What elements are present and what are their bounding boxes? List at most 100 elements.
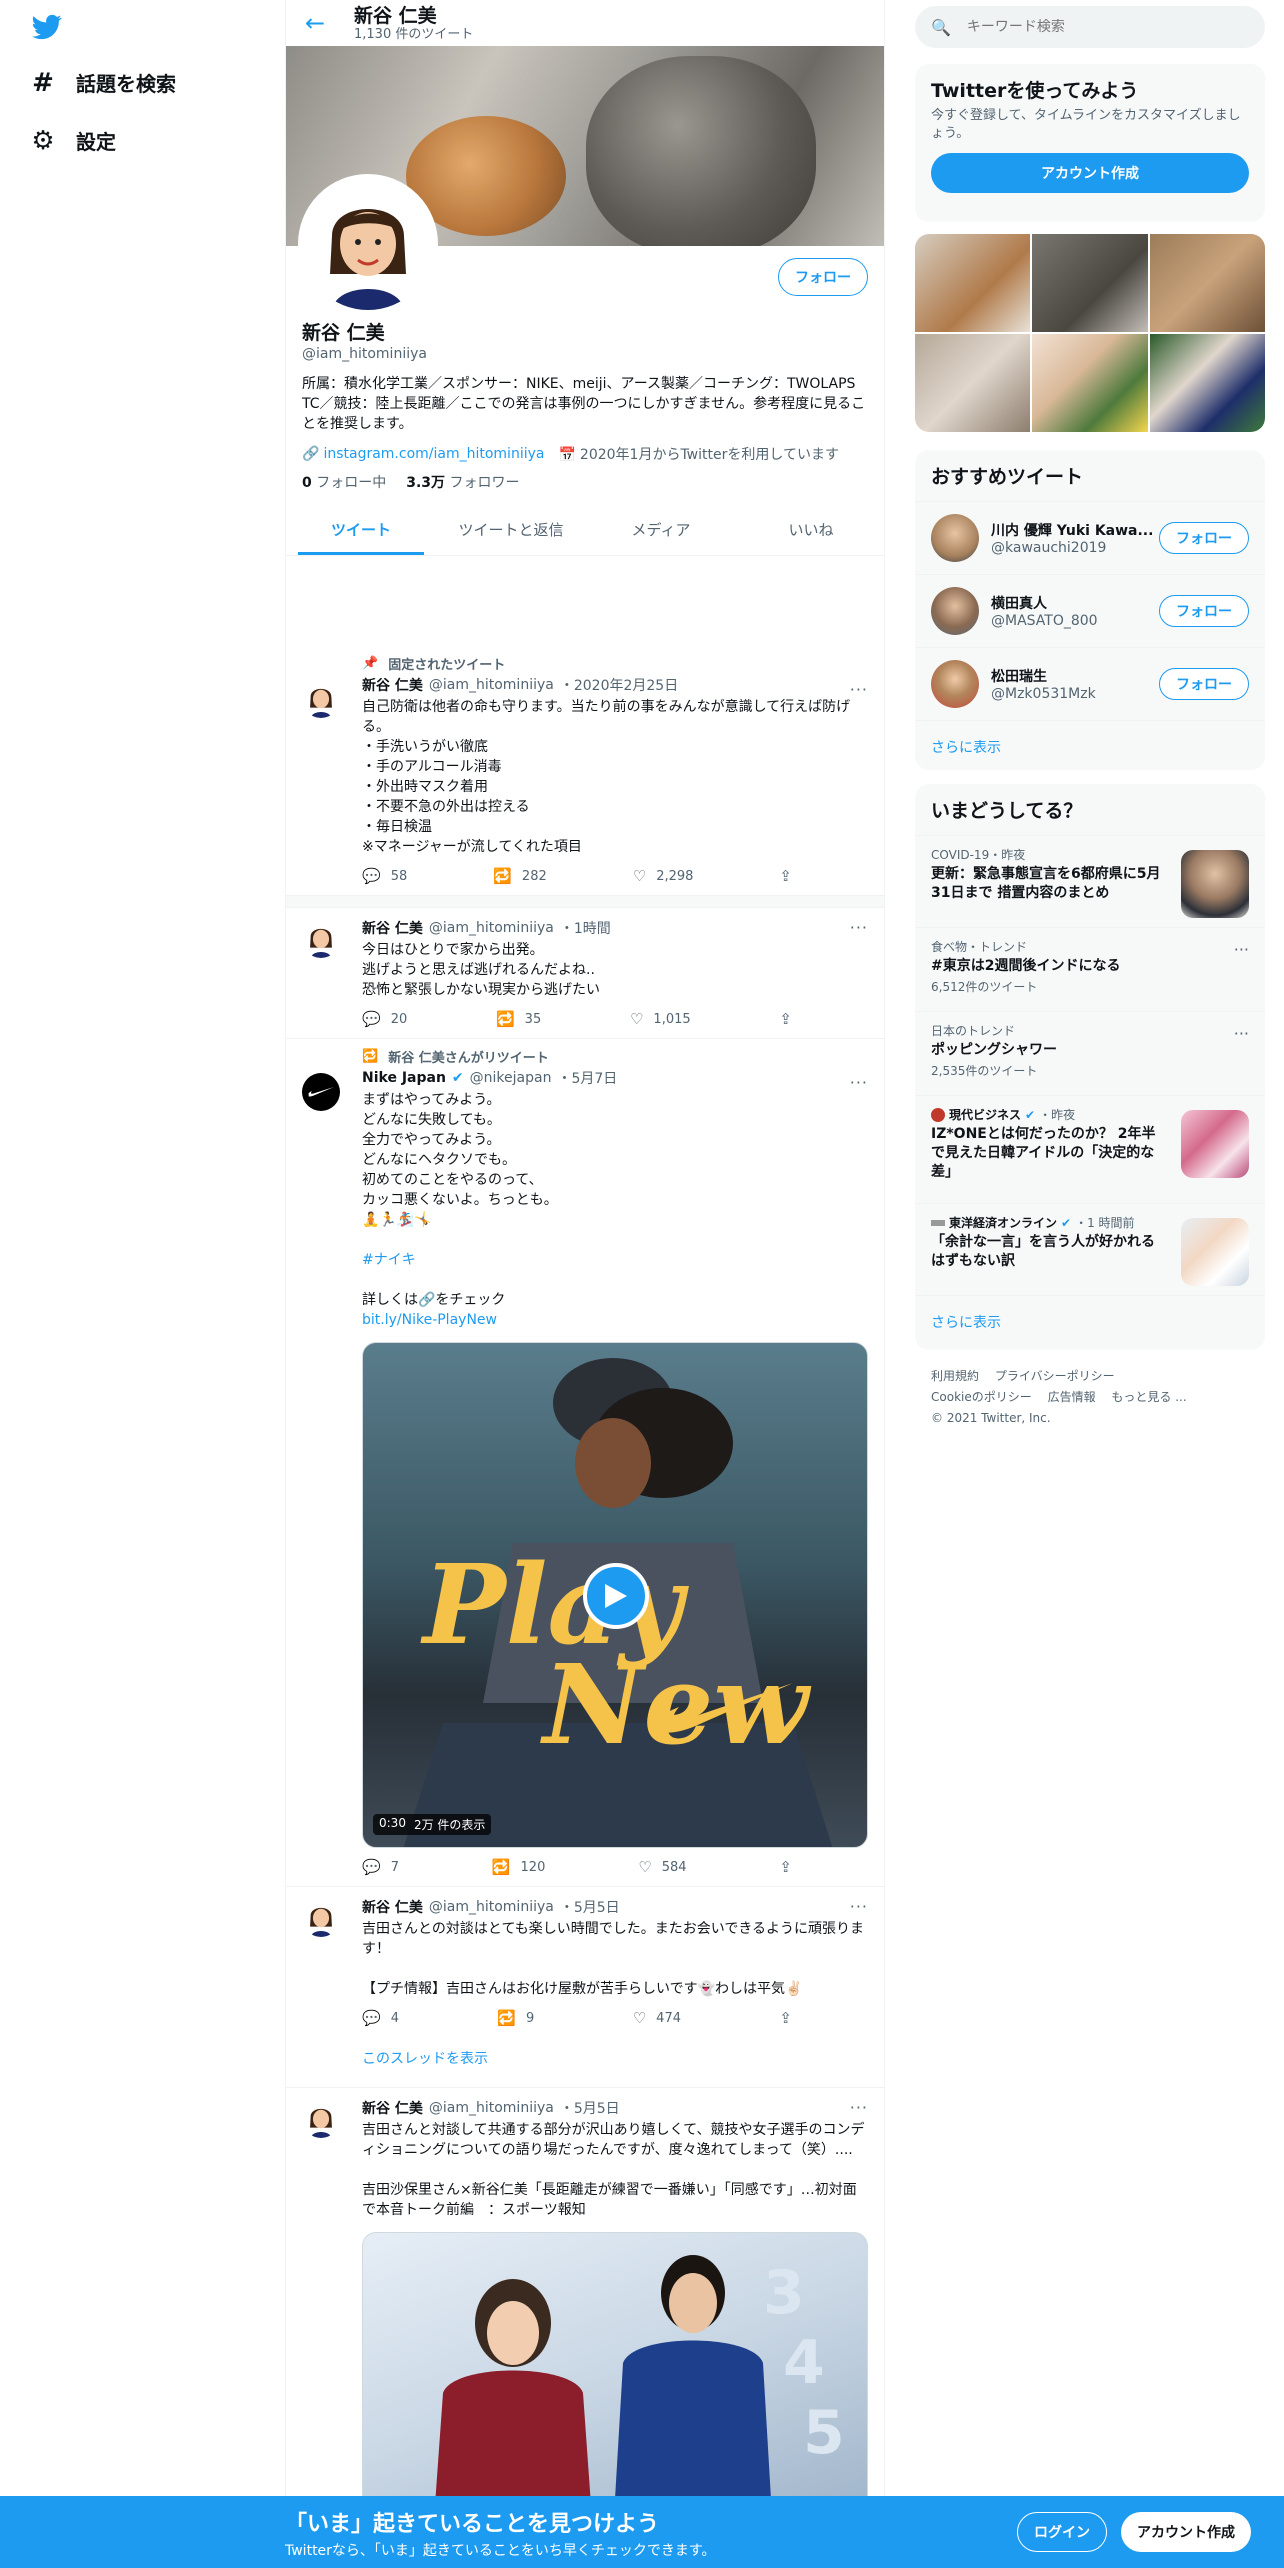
reply-button[interactable]: 💬 20: [362, 1010, 407, 1028]
footer-cookie[interactable]: Cookieのポリシー: [931, 1390, 1032, 1404]
tweet-avatar[interactable]: [302, 2100, 340, 2138]
retweet-icon: 🔁: [362, 1049, 379, 1064]
tweet-avatar[interactable]: [302, 920, 340, 958]
hashtag-link[interactable]: #ナイキ: [362, 1250, 868, 1270]
signup-button[interactable]: アカウント作成: [1121, 2512, 1251, 2552]
like-button[interactable]: ♡ 1,015: [630, 1010, 691, 1028]
trend-item[interactable]: 東洋経済オンライン ✔ ・1 時間前 「余計な一言」を言う人が好かれるはずもない…: [915, 1203, 1265, 1295]
profile-link[interactable]: instagram.com/iam_hitominiiya: [323, 446, 544, 462]
tweet[interactable]: ··· 新谷 仁美 @iam_hitominiiya ・5月5日 吉田さんと対談して…: [286, 2088, 884, 2542]
share-button[interactable]: ⇪: [779, 1858, 792, 1876]
recommended-user[interactable]: 横田真人 @MASATO_800 フォロー: [915, 574, 1265, 647]
trend-item[interactable]: 日本のトレンド ポッピングシャワー 2,535件のツイート ···: [915, 1011, 1265, 1095]
media-thumb[interactable]: [1149, 334, 1265, 432]
tab-media[interactable]: メディア: [586, 504, 736, 555]
footer-privacy[interactable]: プライバシーポリシー: [995, 1369, 1115, 1383]
svg-text:4: 4: [783, 2328, 825, 2398]
follow-button[interactable]: フォロー: [1159, 522, 1249, 554]
more-options-icon[interactable]: ···: [850, 918, 868, 937]
retweet-button[interactable]: 🔁 282: [493, 867, 547, 885]
reply-button[interactable]: 💬 7: [362, 1858, 399, 1876]
media-thumb[interactable]: [1032, 234, 1148, 332]
main-column: ← 新谷 仁美 1,130 件のツイート フォロー 新谷 仁美 @iam_hit…: [285, 0, 885, 2568]
video-duration-badge: 0:30 2万 件の表示: [373, 1814, 492, 1835]
login-button[interactable]: ログイン: [1017, 2512, 1107, 2552]
share-icon: ⇪: [779, 1010, 792, 1028]
tweet[interactable]: ··· 新谷 仁美 @iam_hitominiiya ・1時間 今日はひとりで家から…: [286, 908, 884, 1039]
reply-icon: 💬: [362, 1858, 381, 1876]
following-link[interactable]: 0 フォロー中: [302, 472, 386, 492]
more-options-icon[interactable]: ···: [850, 1073, 868, 1092]
share-button[interactable]: ⇪: [779, 1010, 792, 1028]
more-options-icon[interactable]: ···: [850, 680, 868, 699]
play-button-icon[interactable]: [583, 1563, 649, 1629]
show-thread-link[interactable]: このスレッドを表示: [362, 2049, 868, 2069]
like-button[interactable]: ♡ 474: [633, 2009, 681, 2027]
tweet[interactable]: 🔁 新谷 仁美さんがリツイート ··· Nike Japan ✔ @nikejap…: [286, 1039, 884, 1887]
nike-avatar[interactable]: [302, 1073, 340, 1111]
recommended-show-more[interactable]: さらに表示: [915, 720, 1265, 773]
nav-explore[interactable]: # 話題を検索: [30, 68, 176, 98]
footer-ads[interactable]: 広告情報: [1048, 1390, 1096, 1404]
retweet-button[interactable]: 🔁 35: [496, 1010, 541, 1028]
recommended-user[interactable]: 川内 優輝 Yuki Kawa... @kawauchi2019 フォロー: [915, 501, 1265, 574]
media-thumb[interactable]: [915, 234, 1031, 332]
retweet-button[interactable]: 🔁 120: [492, 1858, 546, 1876]
follow-button[interactable]: フォロー: [778, 258, 868, 296]
follow-button[interactable]: フォロー: [1159, 595, 1249, 627]
search-box[interactable]: 🔍: [915, 6, 1265, 48]
link-card-image[interactable]: 3 4 5: [362, 2232, 868, 2532]
footer-more[interactable]: もっと見る ...: [1111, 1390, 1186, 1404]
share-button[interactable]: ⇪: [779, 867, 792, 885]
trends-show-more[interactable]: さらに表示: [915, 1295, 1265, 1348]
like-button[interactable]: ♡ 2,298: [633, 867, 694, 885]
retweet-icon: 🔁: [491, 1858, 511, 1876]
footer-terms[interactable]: 利用規約: [931, 1369, 979, 1383]
share-button[interactable]: ⇪: [779, 2009, 792, 2027]
trend-item[interactable]: 現代ビジネス ✔ ・昨夜 IZ*ONEとは何だったのか？ 2年半で見えた日韓アイ…: [915, 1095, 1265, 1203]
heart-icon: ♡: [632, 2009, 647, 2027]
more-options-icon[interactable]: ···: [1234, 1024, 1249, 1043]
tweet-header: 新谷 仁美 @iam_hitominiiya ・1時間: [362, 920, 611, 937]
tab-tweets[interactable]: ツイート: [286, 504, 436, 555]
tweet-link[interactable]: bit.ly/Nike-PlayNew: [362, 1310, 868, 1330]
more-options-icon[interactable]: ···: [1234, 940, 1249, 959]
tab-likes[interactable]: いいね: [736, 504, 884, 555]
media-thumb[interactable]: [915, 334, 1031, 432]
trend-item[interactable]: 食べ物・トレンド #東京は2週間後インドになる 6,512件のツイート ···: [915, 927, 1265, 1011]
reply-button[interactable]: 💬 4: [362, 2009, 399, 2027]
tweet-text: 今日はひとりで家から出発。 逃げようと思えば逃げれるんだよね.. 恐怖と緊張しか…: [362, 942, 600, 998]
recommended-user[interactable]: 松田瑞生 @Mzk0531Mzk フォロー: [915, 647, 1265, 720]
create-account-button[interactable]: アカウント作成: [931, 153, 1249, 193]
user-avatar[interactable]: [931, 587, 979, 635]
tab-tweets-and-replies[interactable]: ツイートと返信: [436, 504, 586, 555]
retweet-button[interactable]: 🔁 9: [497, 2009, 534, 2027]
video-player[interactable]: Play New 0:30 2万 件の表示: [362, 1342, 868, 1848]
media-thumb[interactable]: [1149, 234, 1265, 332]
tweet-avatar[interactable]: [302, 1899, 340, 1937]
tweet[interactable]: ··· 新谷 仁美 @iam_hitominiiya ・5月5日 吉田さんとの対談は…: [286, 1887, 884, 2088]
profile-avatar[interactable]: [298, 174, 438, 314]
link-icon: 🔗: [302, 446, 320, 462]
like-button[interactable]: ♡ 584: [638, 1858, 686, 1876]
user-avatar[interactable]: [931, 514, 979, 562]
trend-item[interactable]: COVID-19・昨夜 更新：緊急事態宣言を6都府県に5月31日まで 措置内容の…: [915, 835, 1265, 927]
tweet-avatar[interactable]: [302, 680, 340, 718]
media-thumb[interactable]: [1032, 334, 1148, 432]
back-arrow-icon[interactable]: ←: [302, 9, 328, 37]
more-options-icon[interactable]: ···: [850, 1897, 868, 1916]
left-navigation: # 話題を検索 ⚙ 設定: [0, 0, 285, 2568]
follow-button[interactable]: フォロー: [1159, 668, 1249, 700]
tweet-text: 吉田さんと対談して共通する部分が沢山あり嬉しくて、競技や女子選手のコンディショニ…: [362, 2122, 865, 2218]
retweet-icon: 🔁: [497, 2009, 517, 2027]
nav-settings[interactable]: ⚙ 設定: [30, 126, 116, 156]
followers-link[interactable]: 3.3万 フォロワー: [406, 472, 519, 492]
section-divider: [286, 896, 884, 908]
search-input[interactable]: [966, 19, 1247, 35]
user-avatar[interactable]: [931, 660, 979, 708]
reply-button[interactable]: 💬 58: [362, 867, 407, 885]
tweet[interactable]: 📌 固定されたツイート ··· 新谷 仁美 @iam_hitominiiya ・202…: [286, 646, 884, 896]
more-options-icon[interactable]: ···: [850, 2098, 868, 2117]
twitter-logo-icon[interactable]: [30, 12, 64, 42]
profile-info: フォロー 新谷 仁美 @iam_hitominiiya 所属：積水化学工業／スポ…: [286, 174, 884, 646]
